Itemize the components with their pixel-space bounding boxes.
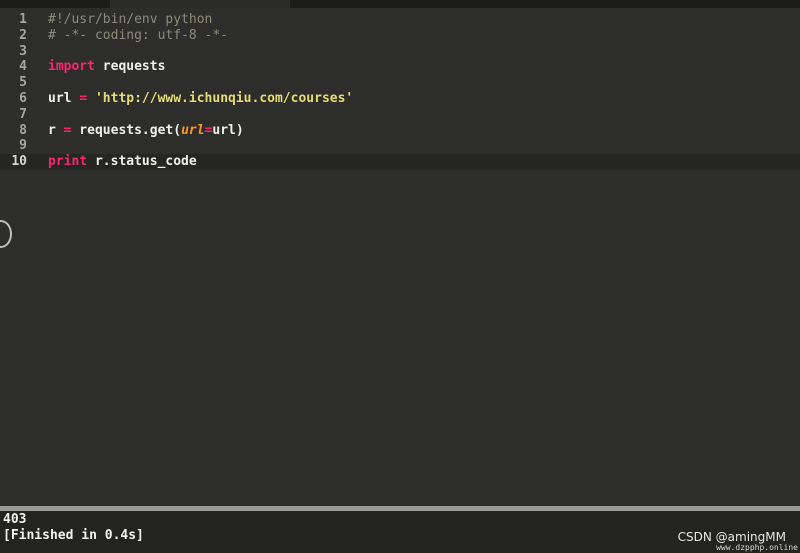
code-line[interactable]: 2 # -*- coding: utf-8 -*- [0, 28, 800, 44]
code-editor[interactable]: 1 #!/usr/bin/env python 2 # -*- coding: utf… [0, 8, 800, 506]
code-text: url = 'http://www.ichunqiu.com/courses' [48, 91, 353, 107]
output-line-result: 403 [3, 512, 27, 527]
code-token-keyword: import [48, 59, 95, 75]
code-token-plain: url) [212, 122, 244, 138]
code-token-plain: r.status_code [87, 154, 197, 170]
code-line[interactable]: 10 print r.status_code [0, 154, 800, 171]
code-token-plain: requests.get( [71, 122, 182, 138]
code-token-param: url [181, 122, 205, 138]
code-token-op: = [79, 91, 88, 106]
code-text: import requests [48, 59, 165, 75]
code-line[interactable]: 9 [0, 138, 800, 154]
code-token-comment: #!/usr/bin/env python [48, 12, 213, 27]
code-line[interactable]: 8 r = requests.get(url=url) [0, 123, 800, 139]
line-number: 4 [19, 59, 27, 75]
code-text: # -*- coding: utf-8 -*- [48, 28, 228, 44]
line-number: 6 [19, 91, 27, 106]
watermark-csdn: CSDN @amingMM [677, 530, 786, 544]
code-text: print r.status_code [48, 154, 197, 170]
code-line[interactable]: 1 #!/usr/bin/env python [0, 12, 800, 28]
code-text: r = requests.get(url=url) [48, 123, 244, 139]
watermark-site: www.dzpphp.online [716, 543, 798, 552]
line-number: 10 [11, 154, 27, 170]
line-number: 8 [19, 122, 27, 138]
code-token-comment: # -*- coding: utf-8 -*- [48, 27, 229, 43]
code-line[interactable]: 7 [0, 107, 800, 123]
code-token-plain: requests [94, 59, 166, 75]
code-line[interactable]: 3 [0, 44, 800, 60]
cursor-circle-icon [0, 220, 12, 248]
code-text: #!/usr/bin/env python [48, 12, 212, 28]
code-token-keyword: print [48, 154, 88, 170]
code-line[interactable]: 5 [0, 75, 800, 91]
code-token-string: 'http://www.ichunqiu.com/courses' [94, 91, 354, 106]
code-line[interactable]: 4 import requests [0, 59, 800, 75]
code-token-plain: url [48, 91, 80, 106]
line-number: 1 [19, 12, 27, 27]
tab-strip [0, 0, 800, 8]
line-number: 5 [19, 75, 27, 91]
active-tab[interactable] [110, 0, 290, 8]
line-number: 9 [19, 138, 27, 154]
line-number: 2 [19, 27, 27, 43]
line-number: 7 [19, 106, 27, 122]
code-token-plain: r [48, 122, 64, 138]
output-line-finished: [Finished in 0.4s] [3, 528, 144, 543]
line-number: 3 [19, 43, 27, 59]
code-line[interactable]: 6 url = 'http://www.ichunqiu.com/courses' [0, 91, 800, 107]
